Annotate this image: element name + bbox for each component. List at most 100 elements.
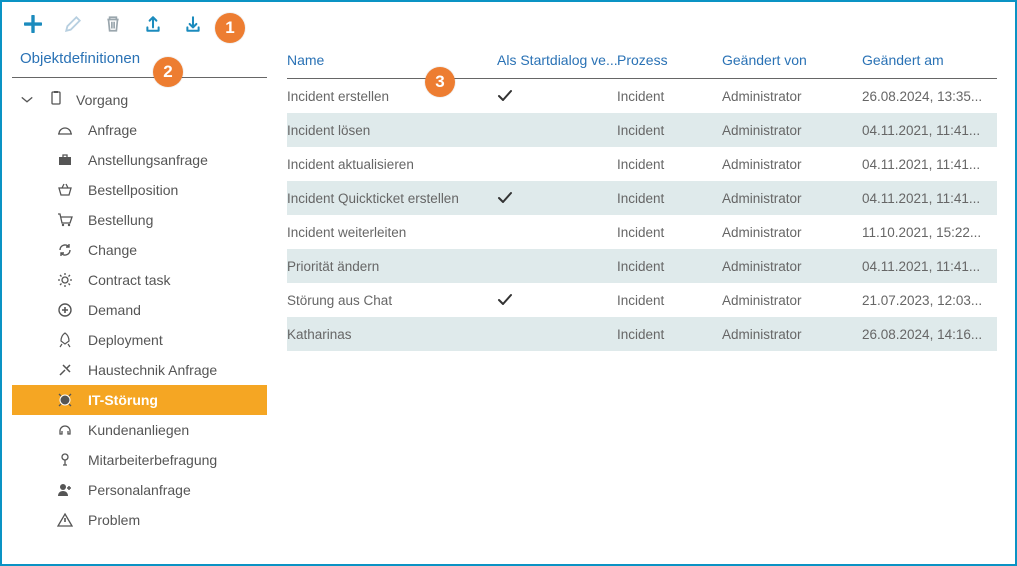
sidebar-item-bestellung[interactable]: Bestellung <box>12 205 267 235</box>
col-process[interactable]: Prozess <box>617 52 722 68</box>
sidebar-item-label: Deployment <box>88 332 163 348</box>
col-start[interactable]: Als Startdialog ve... <box>497 52 617 68</box>
chevron-down-icon <box>18 93 36 107</box>
sidebar-item-label: Haustechnik Anfrage <box>88 362 217 378</box>
col-changedat[interactable]: Geändert am <box>862 52 997 68</box>
sidebar-item-problem[interactable]: Problem <box>12 505 267 535</box>
cell-at: 26.08.2024, 13:35... <box>862 89 997 104</box>
cell-name: Incident lösen <box>287 123 497 138</box>
sidebar-item-label: Demand <box>88 302 141 318</box>
clipboard-icon <box>48 90 64 109</box>
cell-at: 04.11.2021, 11:41... <box>862 191 997 206</box>
basket-icon <box>56 182 74 198</box>
sidebar-item-label: Contract task <box>88 272 170 288</box>
user-plus-icon <box>56 482 74 498</box>
sidebar-item-anstellungsanfrage[interactable]: Anstellungsanfrage <box>12 145 267 175</box>
cell-at: 04.11.2021, 11:41... <box>862 123 997 138</box>
cell-name: Incident aktualisieren <box>287 157 497 172</box>
headset-icon <box>56 422 74 438</box>
dome-icon <box>56 122 74 138</box>
cycle-icon <box>56 242 74 258</box>
cell-by: Administrator <box>722 191 862 206</box>
sidebar-item-personalanfrage[interactable]: Personalanfrage <box>12 475 267 505</box>
sidebar-item-deployment[interactable]: Deployment <box>12 325 267 355</box>
col-changedby[interactable]: Geändert von <box>722 52 862 68</box>
sidebar-item-label: Change <box>88 242 137 258</box>
callout-1: 1 <box>215 13 245 43</box>
sidebar-item-haustechnik-anfrage[interactable]: Haustechnik Anfrage <box>12 355 267 385</box>
cell-name: Störung aus Chat <box>287 293 497 308</box>
pencil-icon[interactable] <box>62 13 84 35</box>
cell-start <box>497 88 617 104</box>
table-row[interactable]: Incident Quickticket erstellen IncidentAd… <box>287 181 997 215</box>
cell-at: 04.11.2021, 11:41... <box>862 259 997 274</box>
sidebar-item-demand[interactable]: Demand <box>12 295 267 325</box>
sidebar-item-bestellposition[interactable]: Bestellposition <box>12 175 267 205</box>
tools-icon <box>56 362 74 378</box>
cell-name: Incident Quickticket erstellen <box>287 191 497 206</box>
sidebar-item-change[interactable]: Change <box>12 235 267 265</box>
table-row[interactable]: Incident aktualisieren IncidentAdministra… <box>287 147 997 181</box>
sidebar-item-label: Anfrage <box>88 122 137 138</box>
sidebar: Objektdefinitionen Vorgang Anfrage Anstel… <box>2 46 277 564</box>
check-icon <box>497 88 513 104</box>
check-icon <box>497 190 513 206</box>
callout-2: 2 <box>153 57 183 87</box>
cell-by: Administrator <box>722 259 862 274</box>
cell-process: Incident <box>617 293 722 308</box>
toolbar <box>2 2 1015 46</box>
cell-name: Katharinas <box>287 327 497 342</box>
gear-icon <box>56 272 74 288</box>
cell-at: 11.10.2021, 15:22... <box>862 225 997 240</box>
sidebar-item-label: Problem <box>88 512 140 528</box>
bug-icon <box>56 392 74 408</box>
tree-parent-label: Vorgang <box>76 92 128 108</box>
sidebar-item-kundenanliegen[interactable]: Kundenanliegen <box>12 415 267 445</box>
cell-process: Incident <box>617 327 722 342</box>
sidebar-item-mitarbeiterbefragung[interactable]: Mitarbeiterbefragung <box>12 445 267 475</box>
sidebar-item-anfrage[interactable]: Anfrage <box>12 115 267 145</box>
sidebar-item-it-st-rung[interactable]: IT-Störung <box>12 385 267 415</box>
table-row[interactable]: KatharinasIncidentAdministrator26.08.202… <box>287 317 997 351</box>
cell-process: Incident <box>617 191 722 206</box>
sidebar-item-label: IT-Störung <box>88 392 158 408</box>
cell-process: Incident <box>617 225 722 240</box>
cell-process: Incident <box>617 157 722 172</box>
check-icon <box>497 292 513 308</box>
sidebar-item-label: Bestellposition <box>88 182 178 198</box>
cell-by: Administrator <box>722 123 862 138</box>
sidebar-item-label: Bestellung <box>88 212 153 228</box>
cell-by: Administrator <box>722 225 862 240</box>
cell-at: 21.07.2023, 12:03... <box>862 293 997 308</box>
sidebar-item-contract-task[interactable]: Contract task <box>12 265 267 295</box>
cell-by: Administrator <box>722 327 862 342</box>
table-row[interactable]: Incident erstellenIncidentAdministrator2… <box>287 79 997 113</box>
export-icon[interactable] <box>142 13 164 35</box>
cart-icon <box>56 212 74 228</box>
cell-process: Incident <box>617 123 722 138</box>
cell-by: Administrator <box>722 157 862 172</box>
survey-icon <box>56 452 74 468</box>
tree-parent-vorgang[interactable]: Vorgang <box>12 84 267 115</box>
table-row[interactable]: Priorität ändernIncidentAdministrator04.… <box>287 249 997 283</box>
table-row[interactable]: Incident weiterleiten IncidentAdministrat… <box>287 215 997 249</box>
briefcase-icon <box>56 152 74 168</box>
cell-name: Incident erstellen <box>287 89 497 104</box>
sidebar-title: Objektdefinitionen <box>12 46 267 78</box>
plus-icon[interactable] <box>22 13 44 35</box>
sidebar-item-label: Personalanfrage <box>88 482 191 498</box>
callout-3: 3 <box>425 67 455 97</box>
table-header: Name Als Startdialog ve... Prozess Geänd… <box>287 46 997 79</box>
cell-name: Incident weiterleiten <box>287 225 497 240</box>
rocket-icon <box>56 332 74 348</box>
cell-start <box>497 292 617 308</box>
main-table: Name Als Startdialog ve... Prozess Geänd… <box>277 46 1015 564</box>
cell-name: Priorität ändern <box>287 259 497 274</box>
import-icon[interactable] <box>182 13 204 35</box>
cell-by: Administrator <box>722 89 862 104</box>
table-row[interactable]: Incident lösen IncidentAdministrator04.11… <box>287 113 997 147</box>
table-row[interactable]: Störung aus ChatIncidentAdministrator21.… <box>287 283 997 317</box>
trash-icon[interactable] <box>102 13 124 35</box>
plus-circle-icon <box>56 302 74 318</box>
col-name[interactable]: Name <box>287 52 497 68</box>
